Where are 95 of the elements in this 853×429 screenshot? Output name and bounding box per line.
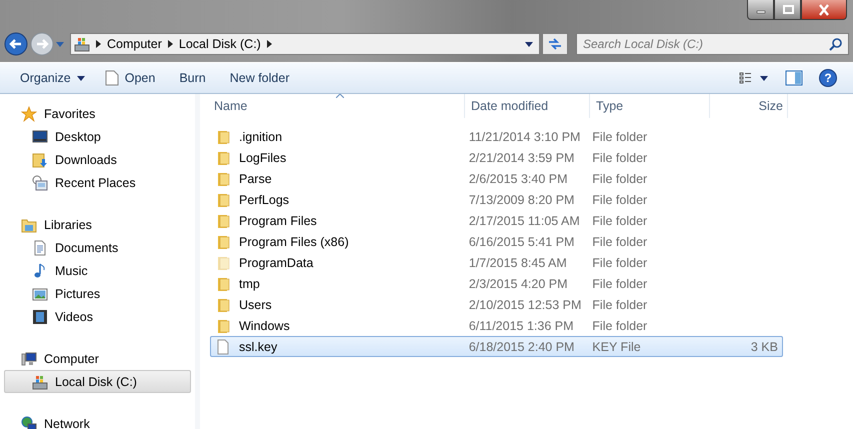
drive-icon (32, 374, 48, 390)
refresh-icon (547, 36, 563, 52)
date-cell-text: 2/3/2015 4:20 PM (468, 276, 568, 290)
type-cell-text: File folder (591, 214, 648, 228)
sidebar-item[interactable]: Desktop (4, 125, 191, 148)
address-bar[interactable]: Computer Local Disk (C:) (70, 33, 540, 55)
close-button[interactable] (801, 0, 847, 20)
sidebar-item[interactable]: Network (4, 412, 191, 429)
sidebar-item[interactable]: Recent Places (4, 171, 191, 194)
toolbar-button[interactable]: New folder (220, 68, 300, 88)
chevron-icon (266, 40, 272, 48)
search-field[interactable]: Search Local Disk (C:) (576, 33, 849, 55)
drive-icon (74, 36, 90, 52)
toolbar-button[interactable]: Burn (169, 68, 216, 88)
document-icon (32, 240, 48, 256)
type-cell-text: File folder (591, 276, 648, 290)
date-cell-text: 2/17/2015 11:05 AM (468, 214, 581, 228)
type-cell-text: File folder (591, 150, 648, 164)
type-cell-text: File folder (591, 256, 648, 270)
sidebar-item[interactable]: Computer (4, 347, 191, 370)
sidebar-item[interactable]: Pictures (4, 282, 191, 305)
column-header[interactable]: Size (710, 94, 788, 118)
refresh-button[interactable] (542, 33, 568, 55)
file-name: Program Files (239, 214, 317, 228)
file-row[interactable]: tmp 2/3/2015 4:20 PM File folder (210, 273, 783, 294)
date-cell-text: 2/10/2015 12:53 PM (468, 298, 582, 312)
file-row[interactable]: Users 2/10/2015 12:53 PM File folder (210, 294, 783, 315)
sidebar-item[interactable]: Videos (4, 305, 191, 328)
sidebar-item[interactable]: Favorites (4, 102, 191, 125)
type-cell-text: File folder (591, 130, 648, 144)
file-name: ProgramData (239, 256, 314, 270)
library-folder-icon (21, 216, 37, 232)
file-row[interactable]: LogFiles 2/21/2014 3:59 PM File folder (210, 147, 783, 168)
file-name: LogFiles (239, 150, 286, 164)
page-icon (104, 70, 119, 86)
network-icon (21, 416, 37, 429)
size-cell: 3 KB (750, 340, 778, 354)
file-name: .ignition (239, 130, 282, 144)
sidebar-item[interactable]: Libraries (4, 213, 191, 236)
breadcrumb[interactable]: Computer (107, 37, 162, 51)
chevron-icon (168, 40, 173, 48)
sidebar-item[interactable]: Downloads (4, 148, 191, 171)
film-icon (32, 308, 48, 324)
caret-icon[interactable] (525, 42, 533, 46)
back-button[interactable] (4, 32, 28, 56)
recent-places-icon (32, 174, 48, 190)
file-row[interactable]: ProgramData 1/7/2015 8:45 AM File folder (210, 252, 783, 273)
folder-download-icon (32, 152, 48, 168)
maximize-button[interactable] (774, 0, 801, 20)
date-cell-text: 2/6/2015 3:40 PM (468, 172, 568, 186)
file-row[interactable]: .ignition 11/21/2014 3:10 PM File folder (210, 126, 783, 147)
type-cell-text: File folder (591, 318, 648, 332)
computer-icon (21, 350, 37, 366)
date-cell-text: 1/7/2015 8:45 AM (468, 256, 568, 270)
picture-icon (32, 286, 48, 302)
file-name: Windows (239, 318, 290, 332)
breadcrumb[interactable]: Local Disk (C:) (178, 37, 261, 51)
chevron-icon (96, 40, 101, 48)
file-name: ssl.key (239, 340, 278, 354)
date-cell-text: 6/16/2015 5:41 PM (468, 234, 576, 248)
column-header[interactable]: Name (210, 94, 465, 118)
column-header[interactable]: Type (590, 94, 710, 118)
file-row[interactable]: Program Files (x86) 6/16/2015 5:41 PM File folder (210, 231, 783, 252)
type-cell-text: File folder (591, 172, 648, 186)
column-header[interactable]: Date modified (465, 94, 590, 118)
file-name: tmp (239, 276, 260, 290)
type-cell-text: File folder (591, 234, 648, 248)
file-name: PerfLogs (239, 192, 290, 206)
sidebar-item[interactable]: Local Disk (C:) (4, 370, 191, 393)
type-cell-text: File folder (591, 298, 648, 312)
file-row[interactable]: Windows 6/11/2015 1:36 PM File folder (210, 315, 783, 336)
monitor-icon (32, 128, 48, 144)
date-cell-text: 6/18/2015 2:40 PM (468, 340, 576, 354)
sidebar-item[interactable]: Documents (4, 236, 191, 259)
file-row[interactable]: Parse 2/6/2015 3:40 PM File folder (210, 168, 783, 189)
file-row[interactable]: PerfLogs 7/13/2009 8:20 PM File folder (210, 189, 783, 210)
file-row[interactable]: Program Files 2/17/2015 11:05 AM File folder (210, 210, 783, 231)
toolbar-button[interactable]: Organize (10, 68, 91, 88)
date-cell-text: 6/11/2015 1:36 PM (468, 318, 575, 332)
date-cell-text: 11/21/2014 3:10 PM (468, 130, 582, 144)
minimize-button[interactable] (747, 0, 774, 20)
sidebar-item[interactable]: Music (4, 259, 191, 282)
file-row[interactable]: ssl.key 6/18/2015 2:40 PM KEY File 3 KB (210, 336, 783, 357)
help-button[interactable]: ? (819, 69, 837, 87)
file-name: Users (239, 298, 272, 312)
toolbar-button[interactable]: Open (94, 67, 166, 89)
date-cell-text: 2/21/2014 3:59 PM (468, 150, 576, 164)
type-cell-text: File folder (591, 192, 648, 206)
star-icon (21, 106, 37, 122)
type-cell-text: KEY File (591, 340, 642, 354)
date-cell-text: 7/13/2009 8:20 PM (468, 192, 576, 206)
search-icon (829, 37, 843, 51)
file-name: Parse (239, 172, 272, 186)
file-name: Program Files (x86) (239, 234, 349, 248)
caret-icon (76, 76, 85, 80)
